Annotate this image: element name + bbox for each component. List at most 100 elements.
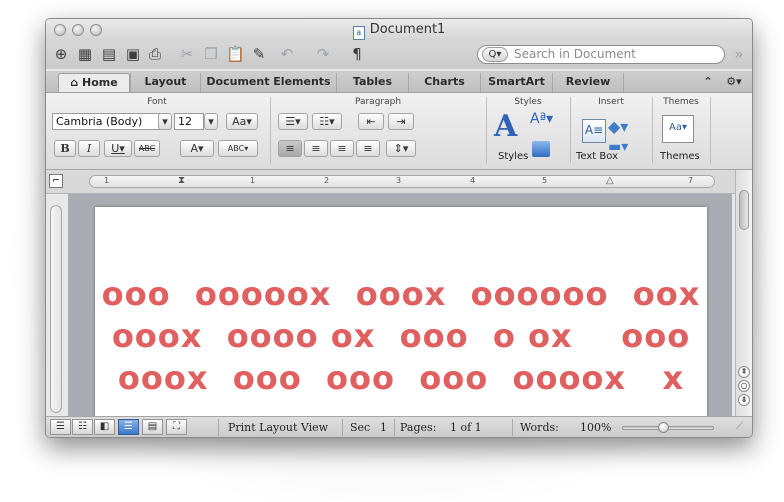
redo-icon[interactable]: ↷: [314, 45, 332, 63]
text-box-icon[interactable]: A≡: [582, 119, 606, 143]
word-art-line: ooox oooo ox ooo o ox ooo: [111, 317, 691, 355]
section-label: Sec: [350, 421, 371, 434]
ribbon-separator: [710, 97, 711, 163]
group-title-font: Font: [147, 97, 167, 107]
resize-grip-icon[interactable]: ⟋: [736, 421, 743, 432]
document-page[interactable]: ooo ooooox ooox oooooo oox ooox oooo ox …: [95, 207, 707, 422]
section-value: 1: [380, 421, 387, 434]
increase-indent-button[interactable]: ⇥: [388, 113, 414, 130]
word-art-line: ooo ooooox ooox oooooo oox: [101, 275, 701, 313]
show-formatting-icon[interactable]: ¶: [348, 45, 366, 63]
previous-page-icon[interactable]: ⇞: [738, 366, 750, 378]
standard-toolbar: ⊕ ▦ ▤ ▣ ⎙ ✂ ❐ 📋 ✎ ↶ ↷ ¶ Q▾ Search in Doc…: [46, 41, 752, 69]
publishing-layout-icon[interactable]: ◧: [94, 419, 115, 435]
themes-label[interactable]: Themes: [660, 151, 700, 162]
word-window: a Document1 ⊕ ▦ ▤ ▣ ⎙ ✂ ❐ 📋 ✎ ↶ ↷ ¶ Q▾ Se…: [45, 18, 753, 438]
tab-tables[interactable]: Tables: [336, 73, 408, 92]
ruler-number: 2: [324, 176, 330, 185]
right-indent-marker-icon[interactable]: △: [606, 175, 614, 186]
bullets-button[interactable]: ☰▾: [278, 113, 308, 130]
themes-gallery-icon[interactable]: Aa▾: [662, 115, 694, 143]
status-bar: ☰ ☷ ◧ ☰ ▤ ⛶ Print Layout View Sec 1 Page…: [46, 416, 752, 437]
strikethrough-button[interactable]: ABC: [134, 140, 160, 157]
scroll-thumb[interactable]: [739, 190, 749, 230]
text-box-label[interactable]: Text Box: [576, 151, 618, 162]
zoom-slider-knob[interactable]: [658, 422, 669, 433]
vertical-ruler[interactable]: [50, 205, 62, 413]
pages-value: 1 of 1: [450, 421, 482, 434]
paste-icon[interactable]: 📋: [226, 45, 245, 63]
styles-gallery-icon[interactable]: A: [494, 109, 524, 147]
print-layout-view-icon[interactable]: ☰: [118, 419, 139, 435]
group-title-styles: Styles: [514, 97, 542, 107]
bold-button[interactable]: B: [54, 140, 76, 157]
first-line-indent-marker-icon[interactable]: ⧗: [178, 175, 185, 186]
underline-button[interactable]: U▾: [104, 140, 132, 157]
print-icon[interactable]: ⎙: [146, 45, 164, 63]
manage-styles-icon[interactable]: [532, 141, 550, 157]
tab-stop-selector-icon[interactable]: ⌐: [49, 174, 63, 188]
styles-button-label[interactable]: Styles: [498, 151, 528, 162]
ribbon-settings-gear-icon[interactable]: ⚙▾: [720, 73, 748, 92]
line-spacing-button[interactable]: ⇕▾: [386, 140, 416, 157]
font-size-combo[interactable]: 12: [174, 113, 204, 130]
title-bar: a Document1: [46, 19, 752, 41]
format-painter-icon[interactable]: ✎: [250, 45, 268, 63]
undo-icon[interactable]: ↶: [278, 45, 296, 63]
font-size-dropdown-icon[interactable]: ▾: [204, 113, 218, 130]
pages-label: Pages:: [400, 421, 437, 434]
new-document-icon[interactable]: ⊕: [52, 45, 70, 63]
numbering-button[interactable]: ☷▾: [312, 113, 342, 130]
highlight-button[interactable]: ABC▾: [218, 140, 258, 157]
ribbon-tab-bar: ⌂ Home Layout Document Elements Tables C…: [46, 71, 752, 93]
tab-layout[interactable]: Layout: [130, 73, 200, 92]
font-name-dropdown-icon[interactable]: ▾: [158, 113, 172, 130]
document-icon: a: [352, 26, 365, 40]
copy-icon[interactable]: ❐: [202, 45, 220, 63]
status-separator: [342, 419, 343, 436]
align-right-button[interactable]: ≡: [330, 140, 354, 157]
quick-styles-icon[interactable]: Aª▾: [530, 111, 553, 127]
horizontal-ruler-area: ⌐ 1 ⧗ 1 2 3 4 5 △ 7: [46, 170, 752, 194]
align-left-button[interactable]: ≡: [278, 140, 302, 157]
outline-view-icon[interactable]: ☷: [72, 419, 93, 435]
decrease-indent-button[interactable]: ⇤: [358, 113, 384, 130]
font-color-button[interactable]: A▾: [180, 140, 214, 157]
horizontal-ruler[interactable]: 1 ⧗ 1 2 3 4 5 △ 7: [89, 175, 715, 188]
notebook-layout-icon[interactable]: ▤: [142, 419, 163, 435]
justify-button[interactable]: ≡: [356, 140, 380, 157]
status-separator: [394, 419, 395, 436]
ribbon-separator: [270, 97, 271, 163]
change-case-button[interactable]: Aa▾: [226, 113, 258, 130]
view-name: Print Layout View: [228, 421, 329, 434]
search-options-icon[interactable]: Q▾: [482, 47, 508, 62]
font-name-combo[interactable]: Cambria (Body): [52, 113, 170, 130]
save-icon[interactable]: ▣: [124, 45, 142, 63]
ruler-number: 3: [396, 176, 402, 185]
group-title-paragraph: Paragraph: [354, 97, 402, 107]
toolbar-overflow-icon[interactable]: »: [730, 45, 748, 63]
templates-icon[interactable]: ▦: [76, 45, 94, 63]
vertical-scrollbar[interactable]: ⇞ ○ ⇟: [735, 170, 752, 416]
draft-view-icon[interactable]: ☰: [50, 419, 71, 435]
tab-home[interactable]: ⌂ Home: [58, 73, 130, 92]
next-page-icon[interactable]: ⇟: [738, 394, 750, 406]
full-screen-icon[interactable]: ⛶: [166, 419, 187, 435]
collapse-ribbon-icon[interactable]: ⌃: [698, 73, 718, 92]
cut-icon[interactable]: ✂: [178, 45, 196, 63]
window-title-text: Document1: [369, 22, 446, 37]
open-icon[interactable]: ▤: [100, 45, 118, 63]
tab-charts[interactable]: Charts: [408, 73, 480, 92]
ruler-number: 5: [542, 176, 548, 185]
zoom-percentage: 100%: [580, 421, 612, 434]
browse-object-icon[interactable]: ○: [738, 380, 750, 392]
italic-button[interactable]: I: [78, 140, 100, 157]
tab-smartart[interactable]: SmartArt: [480, 73, 552, 92]
search-field[interactable]: Q▾ Search in Document: [477, 45, 725, 64]
align-center-button[interactable]: ≡: [304, 140, 328, 157]
shapes-icon[interactable]: ◆▾: [608, 117, 628, 136]
tab-review[interactable]: Review: [552, 73, 624, 92]
word-art-line: ooox ooo ooo ooo oooox x: [117, 359, 685, 397]
tab-document-elements[interactable]: Document Elements: [200, 73, 336, 92]
group-title-themes: Themes: [663, 97, 699, 107]
